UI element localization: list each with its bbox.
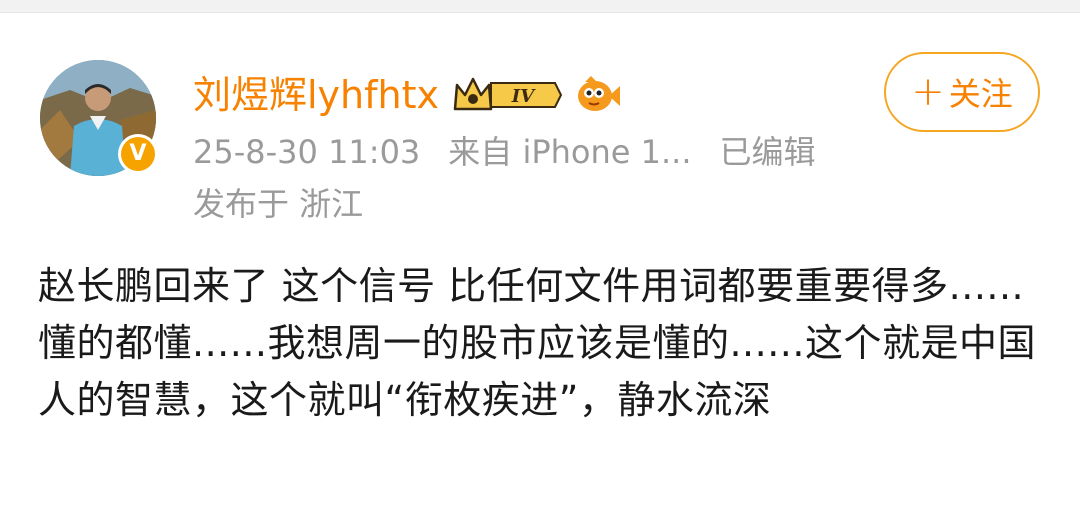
- follow-button[interactable]: + 关注: [884, 52, 1040, 132]
- edited-label[interactable]: 已编辑: [720, 130, 816, 174]
- avatar-container[interactable]: V: [40, 60, 158, 176]
- post-body-text: 赵长鹏回来了 这个信号 比任何文件用词都要重要得多...... 懂的都懂....…: [38, 264, 1036, 422]
- username[interactable]: 刘煜辉lyhfhtx: [193, 76, 439, 114]
- post-meta: 25-8-30 11:03 来自 iPhone 1... 已编辑: [193, 130, 816, 174]
- verified-badge-icon: V: [118, 134, 158, 174]
- top-divider: [0, 0, 1080, 13]
- verified-mark: V: [121, 137, 155, 171]
- fish-icon[interactable]: [575, 74, 621, 116]
- follow-label: 关注: [948, 75, 1013, 113]
- post-time: 25-8-30 11:03: [193, 133, 421, 171]
- level-text: IV: [511, 86, 536, 107]
- plus-icon: +: [911, 69, 945, 115]
- crown-level-badge-icon[interactable]: IV: [451, 73, 563, 117]
- post-source: 来自 iPhone 1...: [448, 133, 692, 171]
- post-location: 发布于 浙江: [193, 185, 364, 223]
